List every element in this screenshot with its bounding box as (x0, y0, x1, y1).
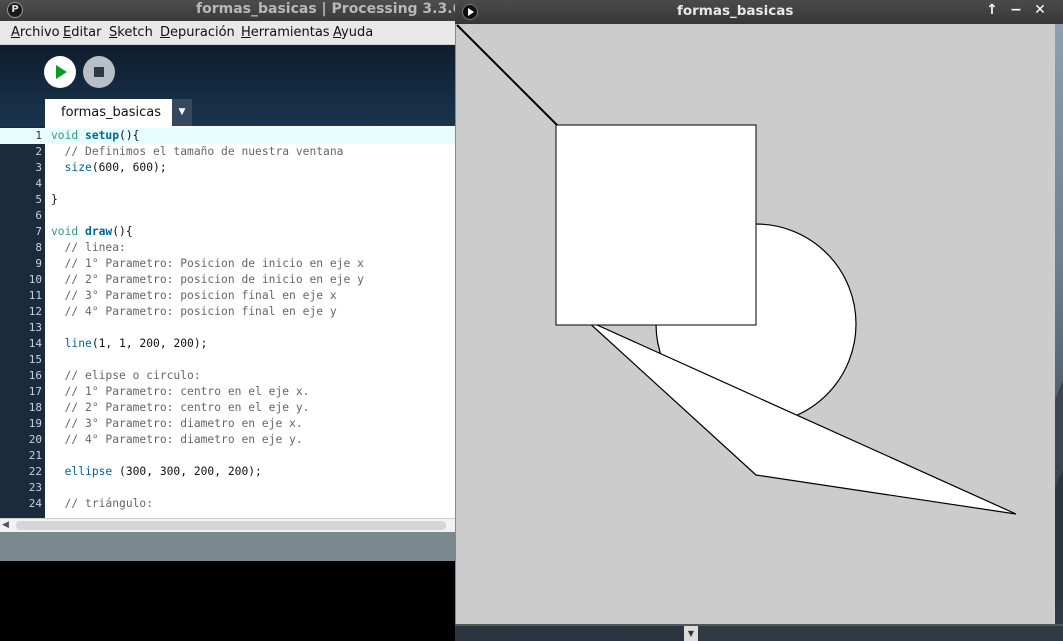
line-number: 18 (28, 401, 42, 414)
code-line[interactable] (45, 208, 455, 224)
processing-logo-icon: P (7, 2, 23, 18)
line-number: 1 (0, 128, 45, 144)
menu-depuracion-label: epuración (170, 25, 235, 40)
line-number: 8 (35, 241, 42, 254)
dropdown-arrow-icon[interactable]: ▼ (684, 626, 698, 641)
code-line[interactable]: // 4° Parametro: posicion final en eje y (45, 304, 455, 320)
code-line[interactable]: } (45, 192, 455, 208)
line-number: 24 (28, 497, 42, 510)
code-line[interactable]: // triángulo: (45, 496, 455, 512)
tab-formas-basicas[interactable]: formas_basicas (45, 99, 172, 126)
menu-herramientas-label: erramientas (250, 25, 330, 40)
status-bar (0, 532, 455, 561)
sketch-window-title: formas_basicas (677, 3, 794, 19)
ide-window: P formas_basicas | Processing 3.3.6 Arch… (0, 0, 462, 641)
menu-ayuda-label: yuda (341, 25, 374, 40)
sketch-play-icon (462, 4, 478, 20)
horizontal-scrollbar[interactable]: ◀ (0, 518, 455, 532)
sketch-window: formas_basicas ↑ − ✕ (455, 0, 1063, 626)
line-number: 22 (28, 465, 42, 478)
menu-ayuda[interactable]: Ayuda (333, 25, 373, 40)
sketch-window-bottom-border (455, 624, 1063, 626)
scroll-left-icon[interactable]: ◀ (2, 520, 9, 530)
code-line[interactable] (45, 448, 455, 464)
code-area[interactable]: void setup(){ // Definimos el tamaño de … (45, 126, 455, 518)
code-line[interactable]: // 3° Parametro: diametro en eje x. (45, 416, 455, 432)
menu-archivo-mnemonic: A (11, 25, 20, 40)
line-number: 17 (28, 385, 42, 398)
code-line[interactable]: // 1° Parametro: centro en el eje x. (45, 384, 455, 400)
line-number: 20 (28, 433, 42, 446)
line-number: 12 (28, 305, 42, 318)
stop-button[interactable] (83, 56, 115, 88)
line-number: 11 (28, 289, 42, 302)
maximize-button[interactable]: ↑ (984, 2, 1000, 18)
menubar: Archivo Editar Sketch Depuración Herrami… (0, 21, 455, 45)
drawn-square (555, 124, 757, 326)
line-number: 5 (35, 193, 42, 206)
scrollbar-thumb[interactable] (16, 521, 446, 530)
menu-ayuda-mnemonic: A (333, 25, 342, 40)
menu-depuracion[interactable]: Depuración (160, 25, 235, 40)
tab-menu-dropdown-icon[interactable]: ▼ (172, 99, 192, 126)
sketch-titlebar[interactable]: formas_basicas ↑ − ✕ (455, 0, 1063, 24)
code-line[interactable]: // Definimos el tamaño de nuestra ventan… (45, 144, 455, 160)
code-line[interactable]: line(1, 1, 200, 200); (45, 336, 455, 352)
menu-archivo[interactable]: Archivo (11, 25, 60, 40)
code-line[interactable]: // linea: (45, 240, 455, 256)
minimize-button[interactable]: − (1008, 2, 1024, 18)
code-line[interactable]: ellipse (300, 300, 200, 200); (45, 464, 455, 480)
menu-herramientas-mnemonic: H (241, 25, 251, 40)
line-number: 15 (28, 353, 42, 366)
code-line[interactable]: void draw(){ (45, 224, 455, 240)
sketch-window-edge (1055, 24, 1063, 626)
line-number: 16 (28, 369, 42, 382)
line-number: 4 (35, 177, 42, 190)
menu-sketch[interactable]: Sketch (109, 25, 153, 40)
menu-archivo-label: rchivo (19, 25, 60, 40)
code-line[interactable]: // 4° Parametro: diametro en eje y. (45, 432, 455, 448)
line-number: 10 (28, 273, 42, 286)
code-line[interactable]: // 2° Parametro: centro en el eje y. (45, 400, 455, 416)
ide-titlebar[interactable]: P formas_basicas | Processing 3.3.6 (0, 0, 462, 21)
console-panel (0, 561, 455, 641)
line-number: 2 (35, 145, 42, 158)
code-line[interactable] (45, 176, 455, 192)
line-number: 21 (28, 449, 42, 462)
sketch-canvas[interactable] (455, 24, 1055, 624)
close-button[interactable]: ✕ (1032, 2, 1048, 18)
code-line[interactable]: // elipse o circulo: (45, 368, 455, 384)
menu-sketch-label: ketch (117, 25, 153, 40)
code-line[interactable] (45, 480, 455, 496)
code-line[interactable] (45, 320, 455, 336)
code-line[interactable]: // 3° Parametro: posicion final en eje x (45, 288, 455, 304)
ide-window-title: formas_basicas | Processing 3.3.6 (196, 1, 463, 17)
line-number: 14 (28, 337, 42, 350)
code-line[interactable]: void setup(){ (45, 128, 455, 144)
code-line[interactable] (45, 352, 455, 368)
menu-depuracion-mnemonic: D (160, 25, 171, 40)
line-number: 23 (28, 481, 42, 494)
toolbar: formas_basicas ▼ (0, 45, 455, 126)
line-number: 19 (28, 417, 42, 430)
menu-editar-mnemonic: E (63, 25, 72, 40)
menu-editar-label: ditar (71, 25, 102, 40)
menu-herramientas[interactable]: Herramientas (241, 25, 330, 40)
code-editor[interactable]: 1 2 3 4 5 6 7 8 9 10 11 12 13 14 15 16 17 18 19 20 21 22 23 24 … (0, 126, 455, 518)
code-line[interactable]: // 2° Parametro: posicion de inicio en e… (45, 272, 455, 288)
line-number-gutter: 1 2 3 4 5 6 7 8 9 10 11 12 13 14 15 16 17 18 19 20 21 22 23 24 (0, 126, 45, 518)
code-line[interactable]: size(600, 600); (45, 160, 455, 176)
line-number: 7 (35, 225, 42, 238)
sketch-drawing (456, 24, 1017, 515)
menu-editar[interactable]: Editar (63, 25, 102, 40)
line-number: 13 (28, 321, 42, 334)
desktop: P formas_basicas | Processing 3.3.6 Arch… (0, 0, 1063, 641)
line-number: 3 (35, 161, 42, 174)
run-button[interactable] (44, 56, 76, 88)
code-line[interactable]: // 1° Parametro: Posicion de inicio en e… (45, 256, 455, 272)
line-number: 6 (35, 209, 42, 222)
line-number: 9 (35, 257, 42, 270)
